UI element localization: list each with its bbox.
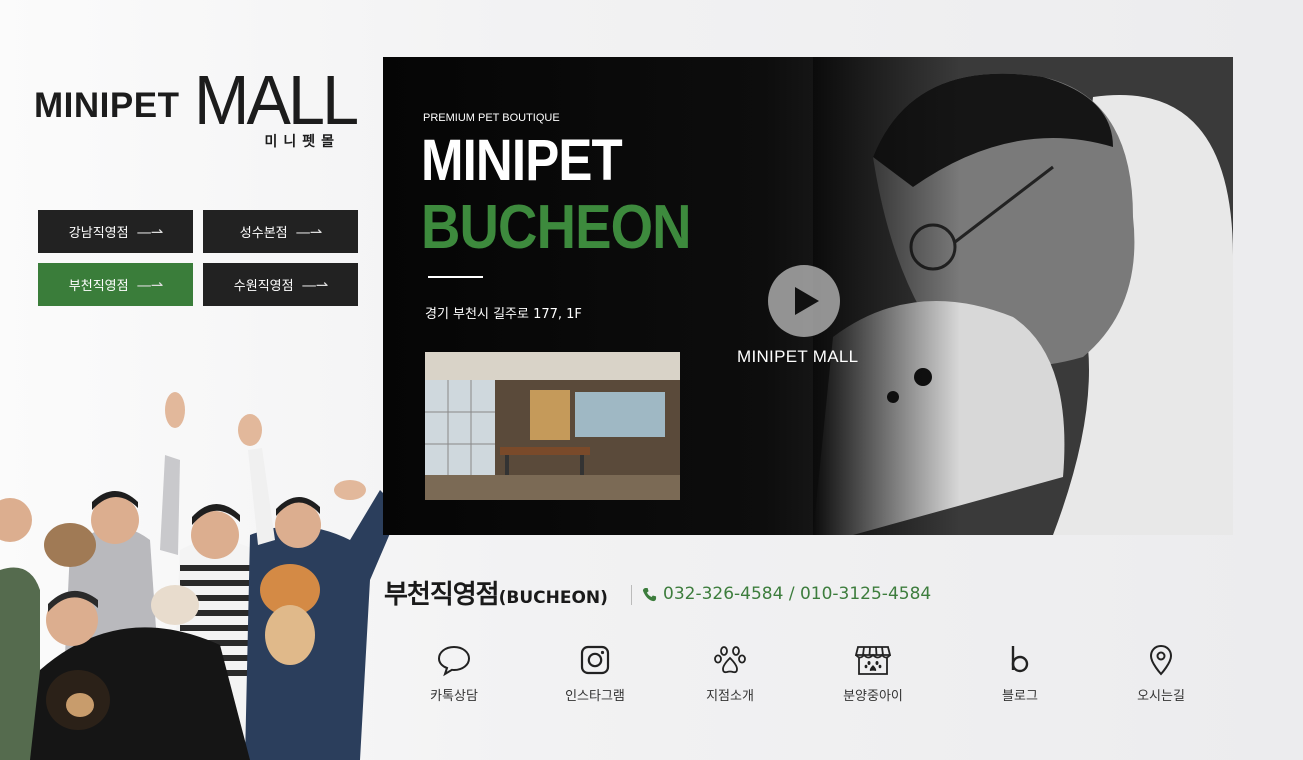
quick-link-blog[interactable]: 블로그 bbox=[960, 643, 1080, 704]
staff-group-photo bbox=[0, 392, 400, 760]
quick-link-label: 오시는길 bbox=[1137, 689, 1185, 704]
store-name-korean: 부천직영점 bbox=[384, 580, 500, 610]
shop-icon bbox=[855, 646, 891, 675]
quick-link-label: 분양중아이 bbox=[843, 689, 903, 704]
divider bbox=[631, 585, 632, 605]
branch-button-seongsu[interactable]: 성수본점 —⇀ bbox=[203, 210, 358, 253]
logo-korean: 미니펫몰 bbox=[264, 134, 340, 150]
branch-button-suwon[interactable]: 수원직영점 —⇀ bbox=[203, 263, 358, 306]
branch-button-gangnam[interactable]: 강남직영점 —⇀ bbox=[38, 210, 193, 253]
branch-label: 성수본점 bbox=[239, 226, 288, 241]
play-icon bbox=[795, 287, 819, 315]
logo-secondary: MALL bbox=[194, 61, 359, 139]
quick-link-available-pets[interactable]: 분양중아이 bbox=[813, 643, 933, 704]
store-phone[interactable]: 032-326-4584 / 010-3125-4584 bbox=[642, 584, 931, 604]
logo-primary: MINIPET bbox=[34, 86, 180, 125]
play-video-label: MINIPET MALL bbox=[737, 347, 859, 366]
arrow-right-icon: —⇀ bbox=[301, 275, 329, 294]
banner-subtitle: PREMIUM PET BOUTIQUE bbox=[423, 112, 560, 124]
branch-label: 부천직영점 bbox=[68, 279, 129, 294]
blog-icon bbox=[1011, 646, 1029, 673]
quick-link-label: 지점소개 bbox=[706, 689, 754, 704]
owner-with-dog-photo bbox=[813, 57, 1233, 535]
play-video-button[interactable] bbox=[768, 265, 840, 337]
site-logo[interactable]: MINIPET MALL 미니펫몰 bbox=[34, 61, 359, 158]
arrow-right-icon: —⇀ bbox=[295, 222, 323, 241]
location-pin-icon bbox=[1149, 644, 1173, 676]
quick-link-label: 카톡상담 bbox=[430, 689, 478, 704]
quick-link-label: 블로그 bbox=[1002, 689, 1038, 704]
store-name-english: (BUCHEON) bbox=[498, 588, 608, 608]
instagram-icon bbox=[580, 645, 610, 675]
quick-link-instagram[interactable]: 인스타그램 bbox=[535, 643, 655, 704]
arrow-right-icon: —⇀ bbox=[136, 275, 164, 294]
paw-icon bbox=[714, 646, 746, 674]
store-title: 부천직영점(BUCHEON) bbox=[384, 574, 608, 611]
banner-title: MINIPET bbox=[421, 128, 623, 193]
phone-icon bbox=[642, 587, 657, 601]
store-interior-photo bbox=[425, 352, 680, 500]
branch-label: 수원직영점 bbox=[233, 279, 294, 294]
phone-number: 032-326-4584 / 010-3125-4584 bbox=[663, 584, 932, 604]
banner-divider bbox=[428, 276, 483, 278]
quick-link-directions[interactable]: 오시는길 bbox=[1101, 643, 1221, 704]
arrow-right-icon: —⇀ bbox=[136, 222, 164, 241]
chat-bubble-icon bbox=[437, 645, 471, 677]
branch-label: 강남직영점 bbox=[68, 226, 129, 241]
quick-link-branch-intro[interactable]: 지점소개 bbox=[670, 643, 790, 704]
branch-button-bucheon[interactable]: 부천직영점 —⇀ bbox=[38, 263, 193, 306]
quick-link-kakao-chat[interactable]: 카톡상담 bbox=[394, 643, 514, 704]
video-banner[interactable]: PREMIUM PET BOUTIQUE MINIPET BUCHEON 경기 … bbox=[383, 57, 1233, 535]
banner-title-branch: BUCHEON bbox=[421, 193, 692, 262]
banner-address: 경기 부천시 길주로 177, 1F bbox=[425, 307, 582, 322]
quick-link-label: 인스타그램 bbox=[565, 689, 625, 704]
